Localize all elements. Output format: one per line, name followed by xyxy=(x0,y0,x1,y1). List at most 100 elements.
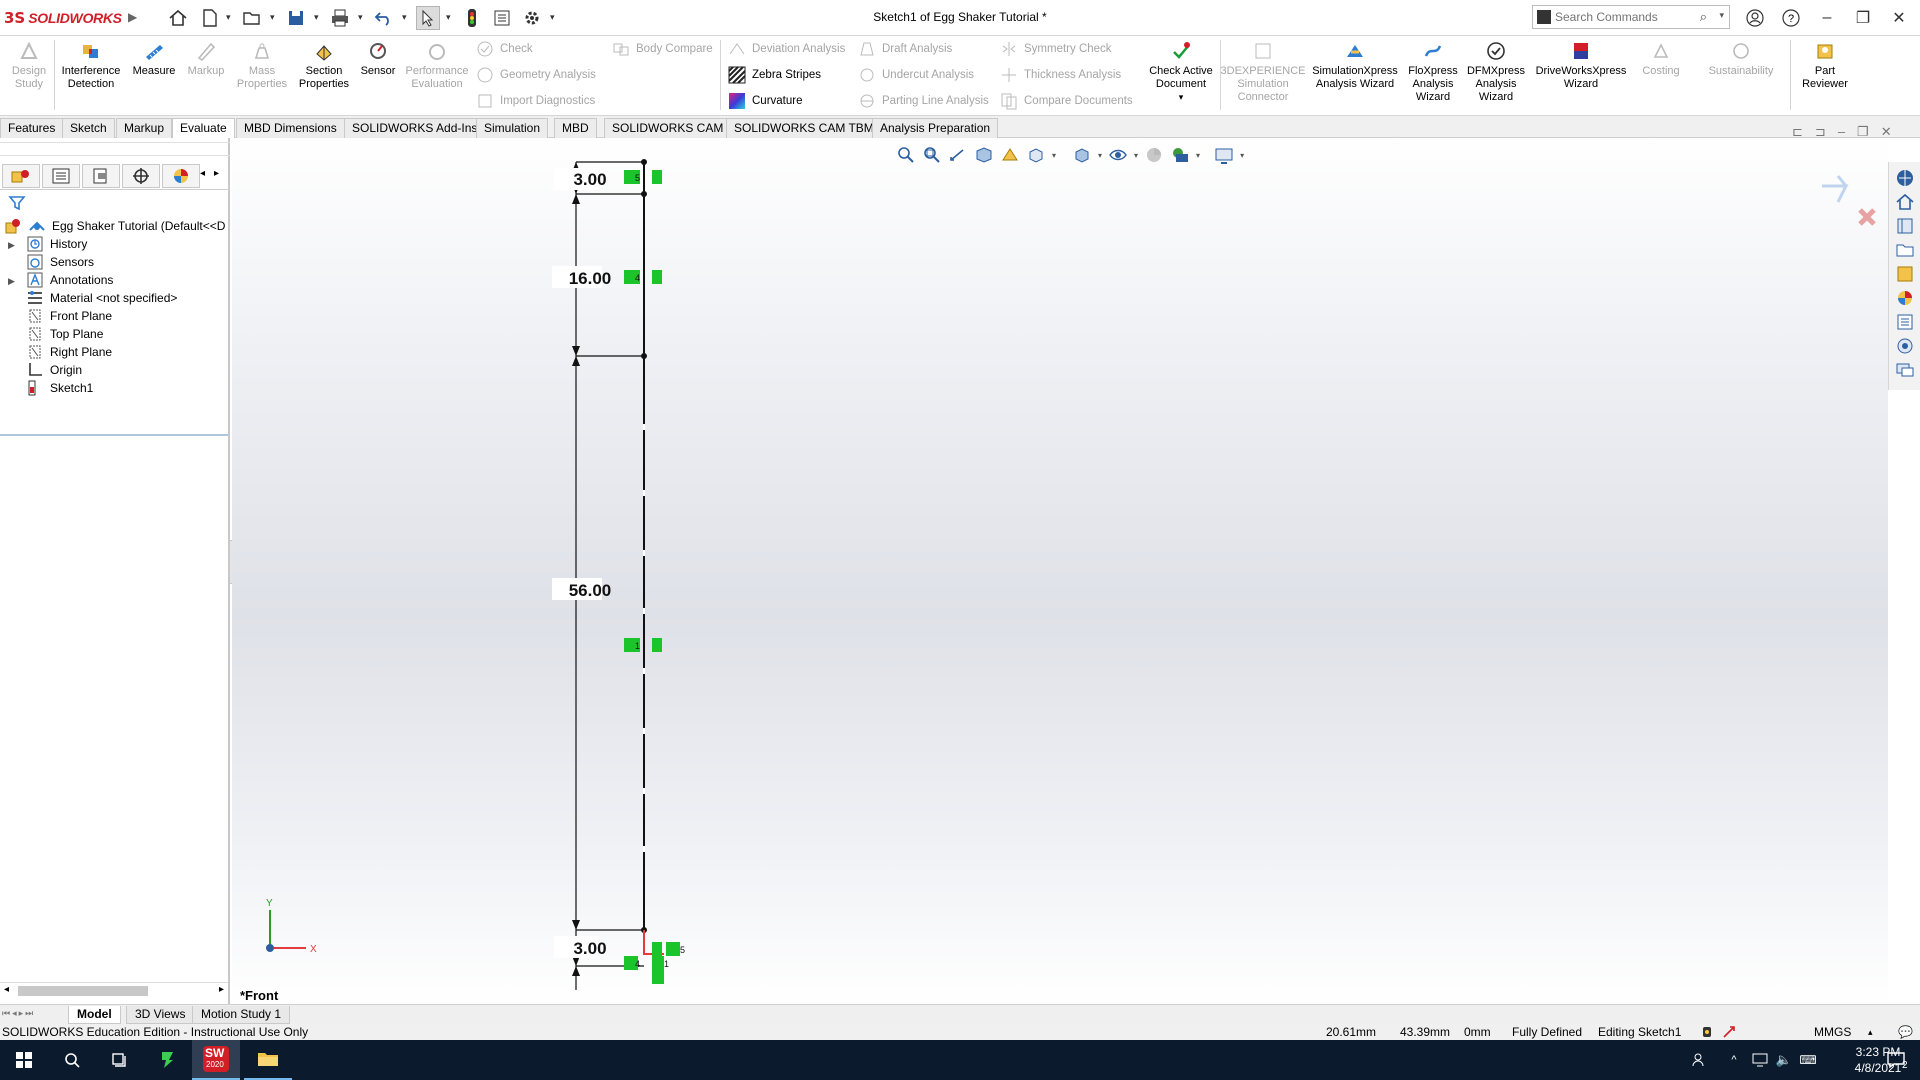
first-tab-icon[interactable]: ⏮ xyxy=(2,1008,10,1019)
view-palette-icon[interactable] xyxy=(1895,264,1915,284)
markup-button[interactable]: Markup xyxy=(182,40,230,78)
scroll-left-icon[interactable]: ◂ xyxy=(4,984,9,995)
tree-item-right-plane[interactable]: Right Plane xyxy=(26,342,112,362)
tab-scroll-left-icon[interactable]: ◂ xyxy=(200,168,205,179)
dfmxpress-wizard-button[interactable]: DFMXpress Analysis Wizard xyxy=(1464,40,1528,104)
prev-tab-icon[interactable]: ◂ xyxy=(12,1008,17,1019)
user-icon[interactable] xyxy=(1740,6,1770,30)
performance-evaluation-button[interactable]: Performance Evaluation xyxy=(402,40,472,91)
import-diagnostics-button[interactable]: Import Diagnostics xyxy=(476,90,595,112)
tray-expand-icon[interactable]: ^ xyxy=(1724,1040,1744,1080)
tab-evaluate[interactable]: Evaluate xyxy=(172,118,235,138)
tree-item-origin[interactable]: Origin xyxy=(26,360,82,380)
tab-simulation[interactable]: Simulation xyxy=(476,118,549,138)
next-tab-icon[interactable]: ▸ xyxy=(19,1008,24,1019)
driveworksxpress-wizard-button[interactable]: DriveWorksXpress Wizard xyxy=(1530,40,1632,91)
custom-properties-icon[interactable] xyxy=(1895,312,1915,332)
chevron-down-icon[interactable]: ▾ xyxy=(1179,91,1184,104)
3dexperience-simulation-connector-button[interactable]: 3DEXPERIENCE Simulation Connector xyxy=(1221,40,1306,104)
tree-root-part[interactable]: Egg Shaker Tutorial (Default<<D xyxy=(4,216,225,236)
task-view-icon[interactable] xyxy=(96,1040,144,1080)
tree-item-front-plane[interactable]: Front Plane xyxy=(26,306,112,326)
rollback-bar[interactable] xyxy=(0,434,228,436)
design-library-icon[interactable] xyxy=(1895,216,1915,236)
display-manager-tab-icon[interactable] xyxy=(162,164,200,188)
sustainability-button[interactable]: Sustainability xyxy=(1694,40,1788,78)
dimxpert-tab-icon[interactable] xyxy=(122,164,160,188)
minimize-icon[interactable]: – xyxy=(1812,6,1842,30)
file-explorer-icon[interactable] xyxy=(244,1040,292,1080)
rebuild-status-icon[interactable] xyxy=(1702,1026,1712,1038)
tab-mbd[interactable]: MBD xyxy=(554,118,597,138)
tree-horizontal-scrollbar[interactable]: ◂ ▸ xyxy=(0,982,228,998)
collaboration-icon[interactable] xyxy=(1895,360,1915,380)
tab-features[interactable]: Features xyxy=(0,118,64,138)
solidworks-forum-icon[interactable] xyxy=(1895,336,1915,356)
compare-documents-button[interactable]: Compare Documents xyxy=(1000,90,1133,112)
tab-motion-study-1[interactable]: Motion Study 1 xyxy=(192,1006,291,1024)
sensor-button[interactable]: Sensor xyxy=(356,40,400,78)
featuremanager-tree-tab-icon[interactable] xyxy=(2,164,40,188)
tree-item-history[interactable]: History xyxy=(26,234,87,254)
expand-annotations-icon[interactable]: ▶ xyxy=(8,276,18,288)
filter-icon[interactable] xyxy=(8,194,26,215)
chevron-down-icon[interactable]: ▾ xyxy=(1719,10,1724,21)
body-compare-button[interactable]: Body Compare xyxy=(612,38,713,60)
parting-line-analysis-button[interactable]: Parting Line Analysis xyxy=(858,90,989,112)
solidworks-resources-icon[interactable] xyxy=(1895,168,1915,188)
interference-detection-button[interactable]: Interference Detection xyxy=(58,40,124,91)
search-input[interactable] xyxy=(1555,9,1695,25)
tab-scroll-right-icon[interactable]: ▸ xyxy=(214,168,219,179)
file-explorer-icon[interactable] xyxy=(1895,240,1915,260)
tab-markup[interactable]: Markup xyxy=(116,118,173,138)
measure-button[interactable]: Measure xyxy=(128,40,180,78)
dimension-3-bottom[interactable]: 3.00 xyxy=(573,939,606,958)
help-icon[interactable]: ? xyxy=(1776,6,1806,30)
propertymanager-tab-icon[interactable] xyxy=(42,164,80,188)
language-icon[interactable]: ⌨ xyxy=(1796,1040,1820,1080)
units-menu-icon[interactable]: ▴ xyxy=(1868,1024,1873,1040)
home-icon[interactable] xyxy=(1895,192,1915,212)
configurationmanager-tab-icon[interactable] xyxy=(82,164,120,188)
zebra-stripes-button[interactable]: Zebra Stripes xyxy=(728,64,821,86)
tab-model[interactable]: Model xyxy=(68,1006,121,1024)
scrollbar-thumb[interactable] xyxy=(18,986,148,996)
appearances-icon[interactable] xyxy=(1895,288,1915,308)
costing-button[interactable]: Costing xyxy=(1632,40,1690,78)
expand-history-icon[interactable]: ▶ xyxy=(8,240,18,252)
check-active-document-button[interactable]: Check Active Document ▾ xyxy=(1142,40,1220,104)
design-study-button[interactable]: Design Study xyxy=(6,40,52,91)
mass-properties-button[interactable]: Mass Properties xyxy=(232,40,292,91)
tab-mbd-dimensions[interactable]: MBD Dimensions xyxy=(236,118,345,138)
check-button[interactable]: Check xyxy=(476,38,533,60)
network-icon[interactable] xyxy=(1748,1040,1772,1080)
undercut-analysis-button[interactable]: Undercut Analysis xyxy=(858,64,974,86)
tab-sketch[interactable]: Sketch xyxy=(62,118,115,138)
comment-icon[interactable]: 💬 xyxy=(1898,1024,1913,1040)
tree-item-sensors[interactable]: Sensors xyxy=(26,252,94,272)
section-properties-button[interactable]: Section Properties xyxy=(294,40,354,91)
tree-item-sketch1[interactable]: Sketch1 xyxy=(26,378,93,398)
tab-3d-views[interactable]: 3D Views xyxy=(126,1006,195,1024)
unit-system[interactable]: MMGS xyxy=(1814,1024,1851,1040)
search-icon[interactable] xyxy=(48,1040,96,1080)
tab-solidworks-add-ins[interactable]: SOLIDWORKS Add-Ins xyxy=(344,118,486,138)
green-app-icon[interactable] xyxy=(144,1040,192,1080)
draft-analysis-button[interactable]: Draft Analysis xyxy=(858,38,952,60)
close-icon[interactable]: ✕ xyxy=(1884,6,1914,30)
tab-analysis-preparation[interactable]: Analysis Preparation xyxy=(872,118,999,138)
deviation-analysis-button[interactable]: Deviation Analysis xyxy=(728,38,845,60)
tab-solidworks-cam-tbm[interactable]: SOLIDWORKS CAM TBM xyxy=(726,118,882,138)
dimension-16[interactable]: 16.00 xyxy=(569,269,612,288)
solidworks-taskbar-icon[interactable]: SW 2020 xyxy=(192,1040,240,1080)
search-commands-box[interactable]: ⌕ ▾ xyxy=(1532,5,1730,29)
notification-center-icon[interactable]: 2 xyxy=(1872,1040,1920,1080)
restore-icon[interactable]: ❐ xyxy=(1848,6,1878,30)
tree-item-material[interactable]: Material <not specified> xyxy=(26,288,177,308)
windows-start-icon[interactable] xyxy=(0,1040,48,1080)
last-tab-icon[interactable]: ⏭ xyxy=(25,1008,33,1019)
symmetry-check-button[interactable]: Symmetry Check xyxy=(1000,38,1112,60)
relation-badges[interactable] xyxy=(624,170,680,984)
volume-icon[interactable]: 🔈 xyxy=(1772,1040,1796,1080)
search-icon[interactable]: ⌕ xyxy=(1700,9,1707,25)
